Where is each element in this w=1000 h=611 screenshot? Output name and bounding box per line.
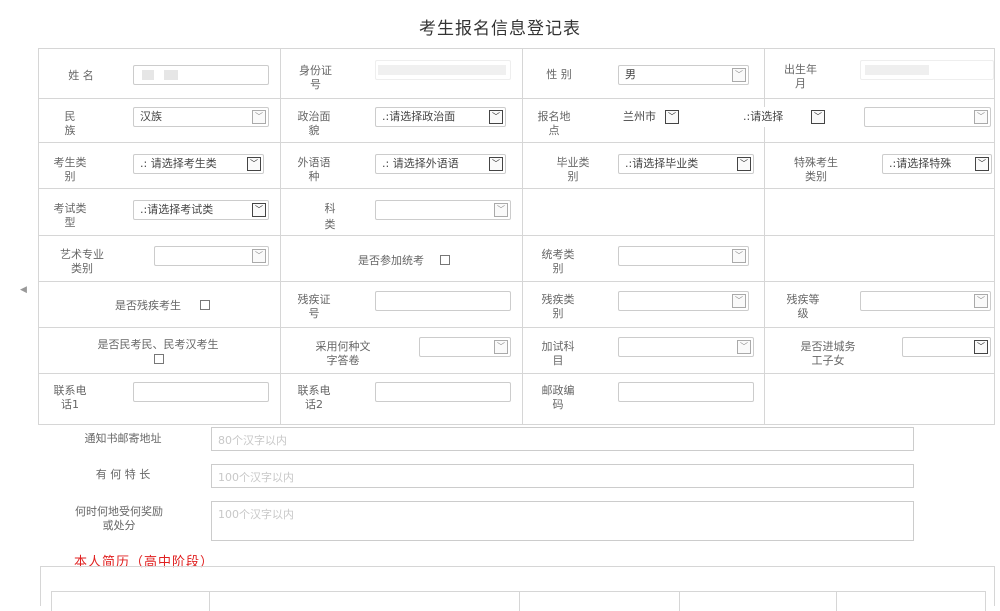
unified-exam-label: 是否参加统考 — [358, 254, 424, 267]
script-label: 采用何种文 字答卷 — [315, 340, 371, 367]
gender-select[interactable]: 男 ﹀ — [618, 65, 749, 85]
reg-city-select[interactable]: 兰州市 ﹀ — [618, 107, 698, 127]
migrant-select[interactable]: ﹀ — [902, 337, 991, 357]
exam-type-label: 考生类别 — [53, 156, 87, 183]
chevron-down-icon: ﹀ — [494, 203, 508, 217]
phone1-label: 联系电 话1 — [53, 384, 87, 411]
id-card-label: 身份证号 — [299, 64, 332, 91]
chevron-down-icon: ﹀ — [247, 157, 261, 171]
chevron-down-icon: ﹀ — [252, 249, 266, 263]
script-select[interactable]: ﹀ — [419, 337, 511, 357]
chevron-down-icon: ﹀ — [732, 294, 746, 308]
chevron-down-icon: ﹀ — [974, 294, 988, 308]
chevron-down-icon: ﹀ — [974, 110, 988, 124]
chevron-down-icon: ﹀ — [737, 157, 751, 171]
foreign-lang-label: 外语语种 — [297, 156, 331, 183]
reg-district-select[interactable]: .:请选择 ﹀ — [736, 107, 828, 127]
chevron-down-icon: ﹀ — [494, 340, 508, 354]
disab-cert-label: 残疾证号 — [297, 293, 331, 320]
awards-label: 何时何地受何奖励 或处分 — [75, 505, 163, 532]
disab-cert-field[interactable] — [375, 291, 511, 311]
chevron-down-icon: ﹀ — [489, 157, 503, 171]
phone2-field[interactable] — [375, 382, 511, 402]
reg-place-label: 报名地点 — [537, 110, 571, 137]
extra-subject-select[interactable]: ﹀ — [618, 337, 754, 357]
migrant-label: 是否进城务 工子女 — [800, 340, 856, 367]
minority-label: 是否民考民、民考汉考生 — [97, 338, 219, 351]
test-type-label: 考试类型 — [53, 202, 87, 229]
special-select[interactable]: .:请选择特殊 ﹀ — [882, 154, 992, 174]
name-field[interactable] — [133, 65, 269, 85]
extra-subject-label: 加试科目 — [541, 340, 575, 367]
subject-label: 科类 — [324, 202, 336, 231]
chevron-down-icon: ﹀ — [811, 110, 825, 124]
reg-sub-select[interactable]: ﹀ — [864, 107, 991, 127]
subject-select[interactable]: ﹀ — [375, 200, 511, 220]
mail-address-label: 通知书邮寄地址 — [84, 432, 162, 445]
chevron-down-icon: ﹀ — [737, 340, 751, 354]
mail-address-field[interactable]: 80个汉字以内 — [211, 427, 914, 451]
grad-type-select[interactable]: .:请选择毕业类 ﹀ — [618, 154, 754, 174]
disabled-checkbox[interactable] — [200, 300, 210, 310]
chevron-down-icon: ﹀ — [252, 110, 266, 124]
phone1-field[interactable] — [133, 382, 269, 402]
registration-form-grid: 姓 名 身份证号 性 别 男 ﹀ 出生年月 民族 汉族 ﹀ 政治面貌 .:请选择政治… — [38, 48, 995, 425]
id-card-field[interactable] — [375, 60, 511, 80]
gender-label: 性 别 — [546, 68, 572, 81]
exam-type-select[interactable]: .: 请选择考生类 ﹀ — [133, 154, 264, 174]
chevron-down-icon: ﹀ — [732, 249, 746, 263]
foreign-lang-select[interactable]: .: 请选择外语语 ﹀ — [375, 154, 506, 174]
ethnicity-select[interactable]: 汉族 ﹀ — [133, 107, 269, 127]
birth-label: 出生年月 — [784, 63, 817, 90]
phone2-label: 联系电 话2 — [297, 384, 331, 411]
disab-level-label: 残疾等级 — [786, 293, 820, 320]
chevron-down-icon: ﹀ — [665, 110, 679, 124]
unified-exam-checkbox[interactable] — [440, 255, 450, 265]
chevron-down-icon: ﹀ — [252, 203, 266, 217]
disabled-label: 是否残疾考生 — [115, 299, 181, 312]
art-select[interactable]: ﹀ — [154, 246, 269, 266]
collapse-arrow-icon[interactable]: ◀ — [20, 285, 27, 295]
politics-select[interactable]: .:请选择政治面 ﹀ — [375, 107, 506, 127]
specialty-field[interactable]: 100个汉字以内 — [211, 464, 914, 488]
chevron-down-icon: ﹀ — [489, 110, 503, 124]
awards-field[interactable]: 100个汉字以内 — [211, 501, 914, 541]
resume-table — [40, 566, 995, 611]
disab-level-select[interactable]: ﹀ — [860, 291, 991, 311]
postcode-label: 邮政编码 — [541, 384, 575, 411]
grad-type-label: 毕业类别 — [556, 156, 590, 183]
chevron-down-icon: ﹀ — [974, 340, 988, 354]
test-type-select[interactable]: .:请选择考试类 ﹀ — [133, 200, 269, 220]
art-label: 艺术专业 类别 — [60, 248, 104, 275]
disab-type-label: 残疾类别 — [541, 293, 575, 320]
unified-type-select[interactable]: ﹀ — [618, 246, 749, 266]
page-title: 考生报名信息登记表 — [419, 19, 581, 39]
special-label: 特殊考生 类别 — [794, 156, 838, 183]
specialty-label: 有 何 特 长 — [95, 468, 151, 481]
politics-label: 政治面貌 — [297, 110, 331, 137]
postcode-field[interactable] — [618, 382, 754, 402]
chevron-down-icon: ﹀ — [732, 68, 746, 82]
ethnicity-label: 民族 — [64, 110, 76, 137]
minority-checkbox[interactable] — [154, 354, 164, 364]
disab-type-select[interactable]: ﹀ — [618, 291, 749, 311]
unified-type-label: 统考类别 — [541, 248, 575, 275]
chevron-down-icon: ﹀ — [975, 157, 989, 171]
name-label: 姓 名 — [68, 69, 94, 82]
birth-field[interactable] — [860, 60, 994, 80]
